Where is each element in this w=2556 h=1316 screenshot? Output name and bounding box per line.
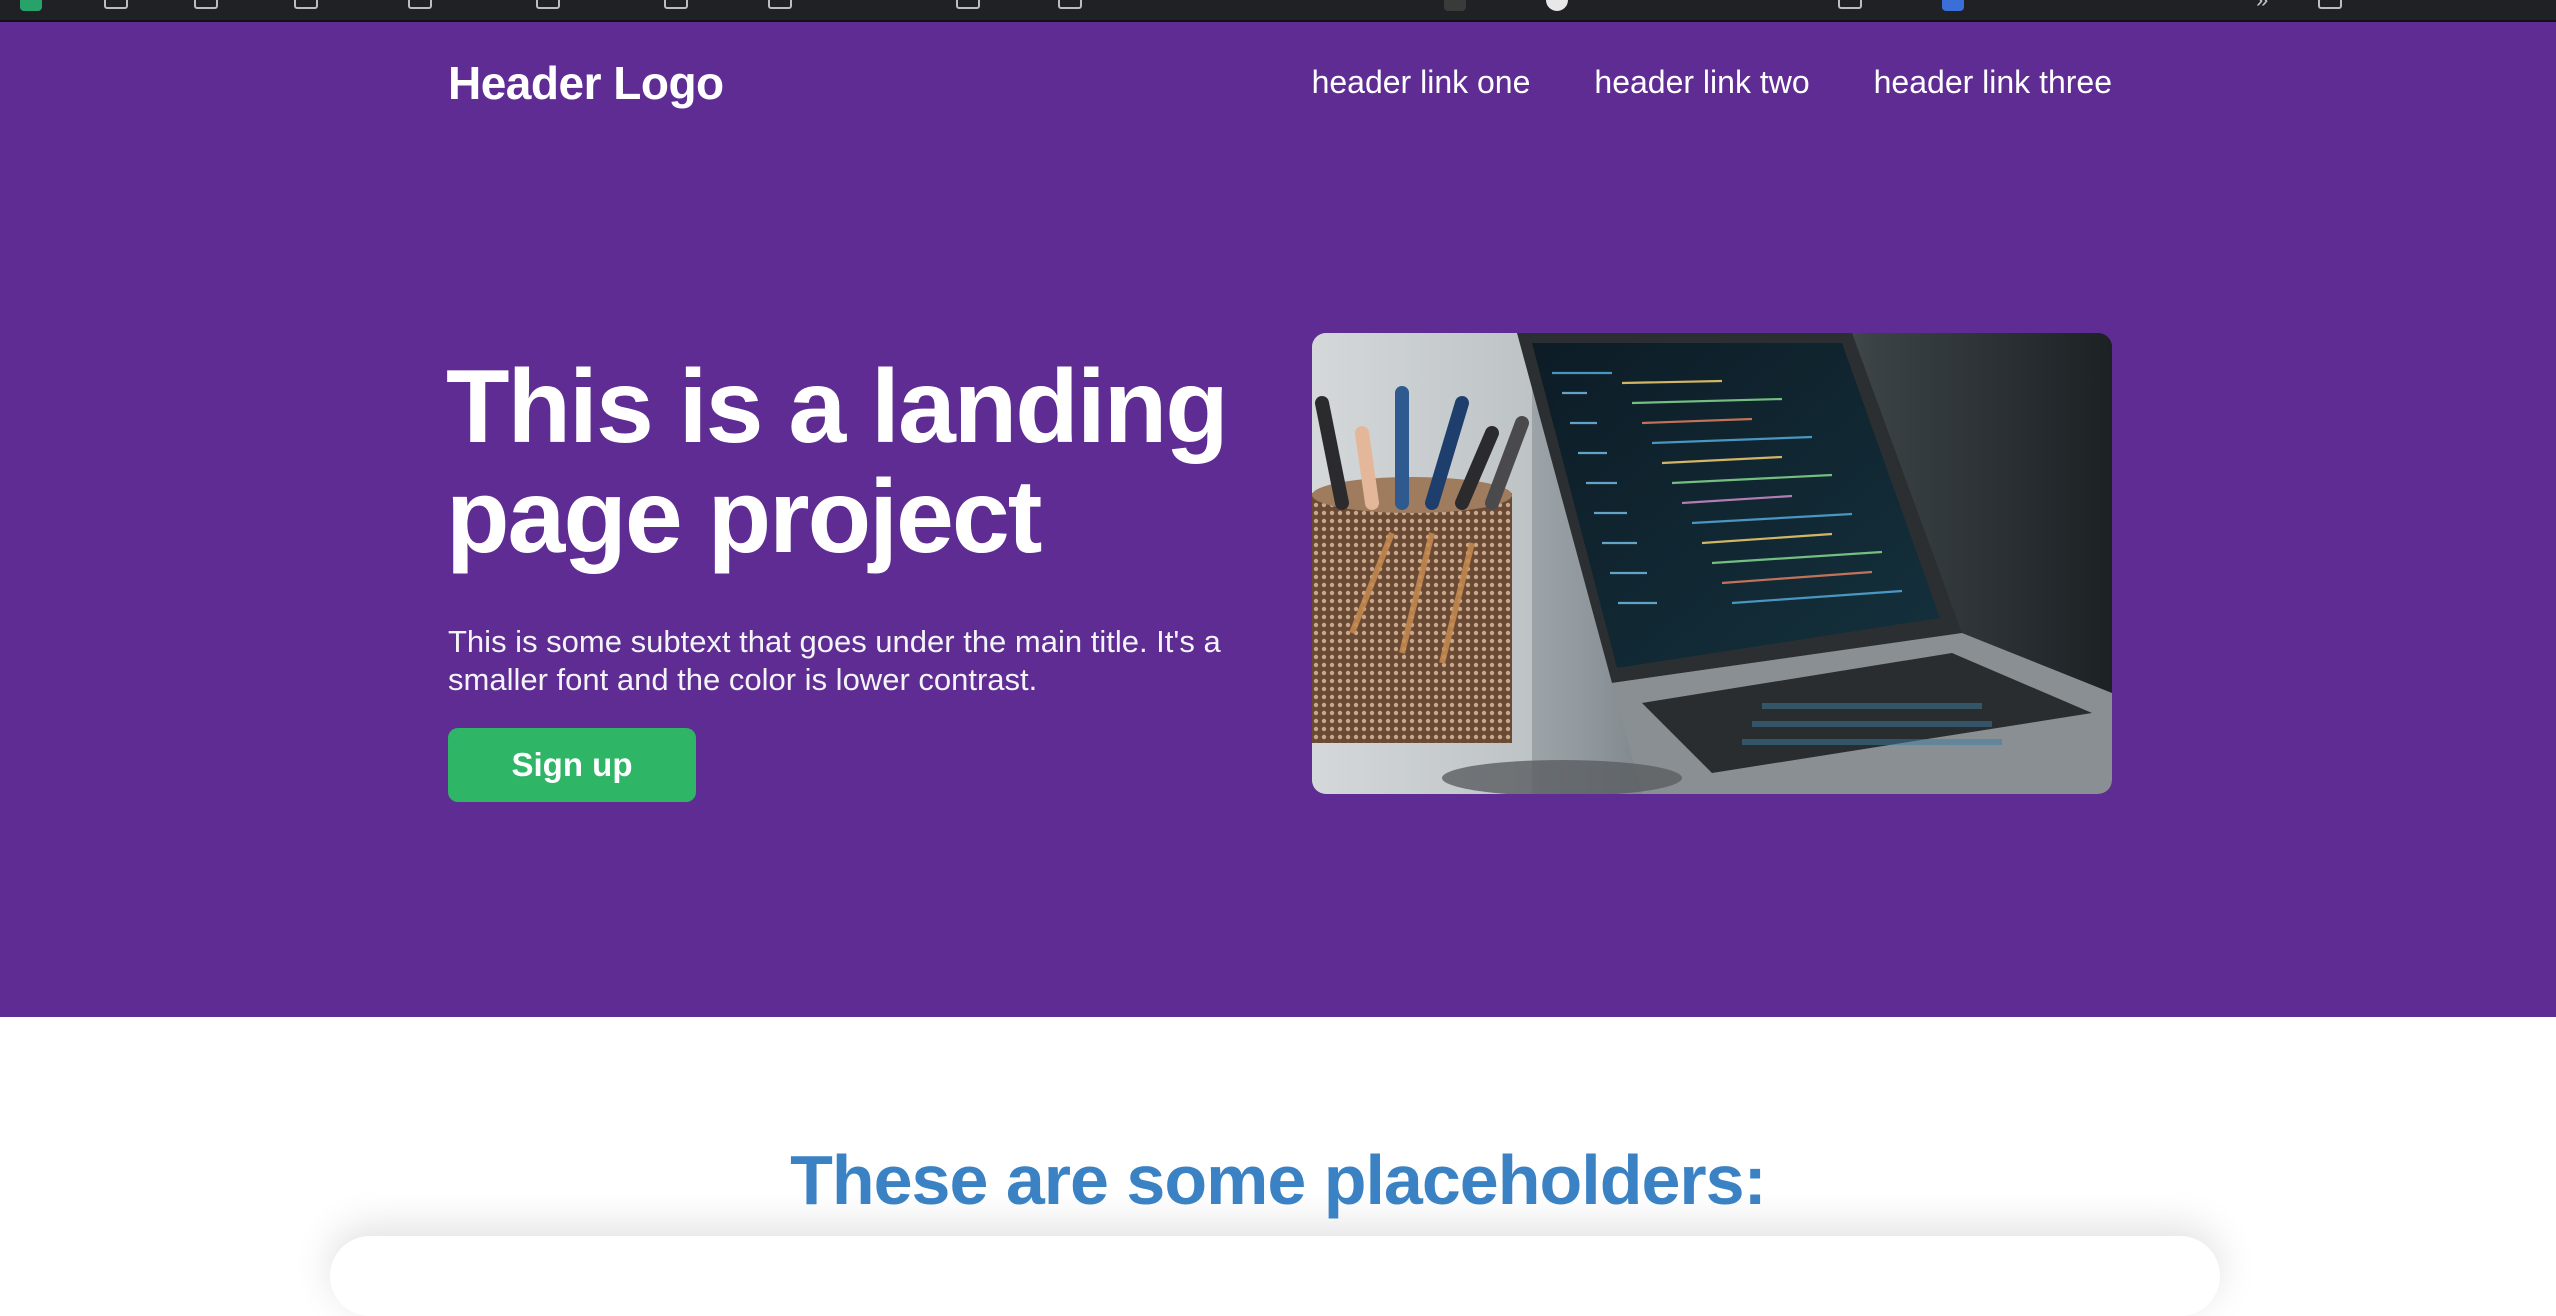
bookmark-folder[interactable] bbox=[664, 0, 688, 12]
bookmark-folder[interactable] bbox=[294, 0, 318, 12]
header-link-three[interactable]: header link three bbox=[1874, 64, 2112, 101]
signup-button[interactable]: Sign up bbox=[448, 728, 696, 802]
bookmark-folder[interactable] bbox=[194, 0, 218, 12]
hero-title: This is a landing page project bbox=[446, 349, 1229, 575]
bookmark-folder[interactable] bbox=[956, 0, 980, 12]
hero-section: Header Logo header link one header link … bbox=[0, 22, 2556, 1017]
hero-subtext: This is some subtext that goes under the… bbox=[448, 624, 1221, 697]
bookmark-folder[interactable] bbox=[1838, 0, 1862, 12]
bookmark-item[interactable] bbox=[1444, 0, 1466, 12]
bookmark-folder[interactable] bbox=[768, 0, 792, 12]
section-title: These are some placeholders: bbox=[790, 1141, 1767, 1219]
laptop-with-code-icon bbox=[1312, 333, 2112, 794]
bookmark-folder[interactable] bbox=[1058, 0, 1082, 12]
header-link-one[interactable]: header link one bbox=[1312, 64, 1531, 101]
folder-icon bbox=[1058, 0, 1082, 9]
bookmark-favicon-icon bbox=[1942, 0, 1964, 11]
more-bookmarks-icon[interactable]: » bbox=[2256, 0, 2268, 12]
header-logo[interactable]: Header Logo bbox=[448, 56, 724, 110]
folder-icon bbox=[294, 0, 318, 9]
folder-icon bbox=[536, 0, 560, 9]
placeholder-card bbox=[330, 1236, 2220, 1316]
bookmark-item[interactable] bbox=[1546, 0, 1568, 12]
bookmark-favicon-icon bbox=[1444, 0, 1466, 11]
folder-icon bbox=[664, 0, 688, 9]
folder-icon bbox=[1838, 0, 1862, 9]
bookmark-folder[interactable] bbox=[536, 0, 560, 12]
folder-icon bbox=[768, 0, 792, 9]
folder-icon bbox=[104, 0, 128, 9]
other-bookmarks-folder[interactable] bbox=[2318, 0, 2342, 12]
globe-icon bbox=[1546, 0, 1568, 11]
bookmark-favicon-icon bbox=[20, 0, 42, 11]
folder-icon bbox=[2318, 0, 2342, 9]
hero-image bbox=[1312, 333, 2112, 794]
bookmark-item[interactable] bbox=[1942, 0, 1964, 12]
bookmark-folder[interactable] bbox=[104, 0, 128, 12]
bookmark-folder[interactable] bbox=[408, 0, 432, 12]
header-link-two[interactable]: header link two bbox=[1594, 64, 1809, 101]
folder-icon bbox=[408, 0, 432, 9]
folder-icon bbox=[194, 0, 218, 9]
header-nav: header link one header link two header l… bbox=[1312, 64, 2112, 101]
bookmark-item[interactable] bbox=[20, 0, 42, 12]
folder-icon bbox=[956, 0, 980, 9]
bookmarks-bar: » bbox=[0, 0, 2556, 22]
